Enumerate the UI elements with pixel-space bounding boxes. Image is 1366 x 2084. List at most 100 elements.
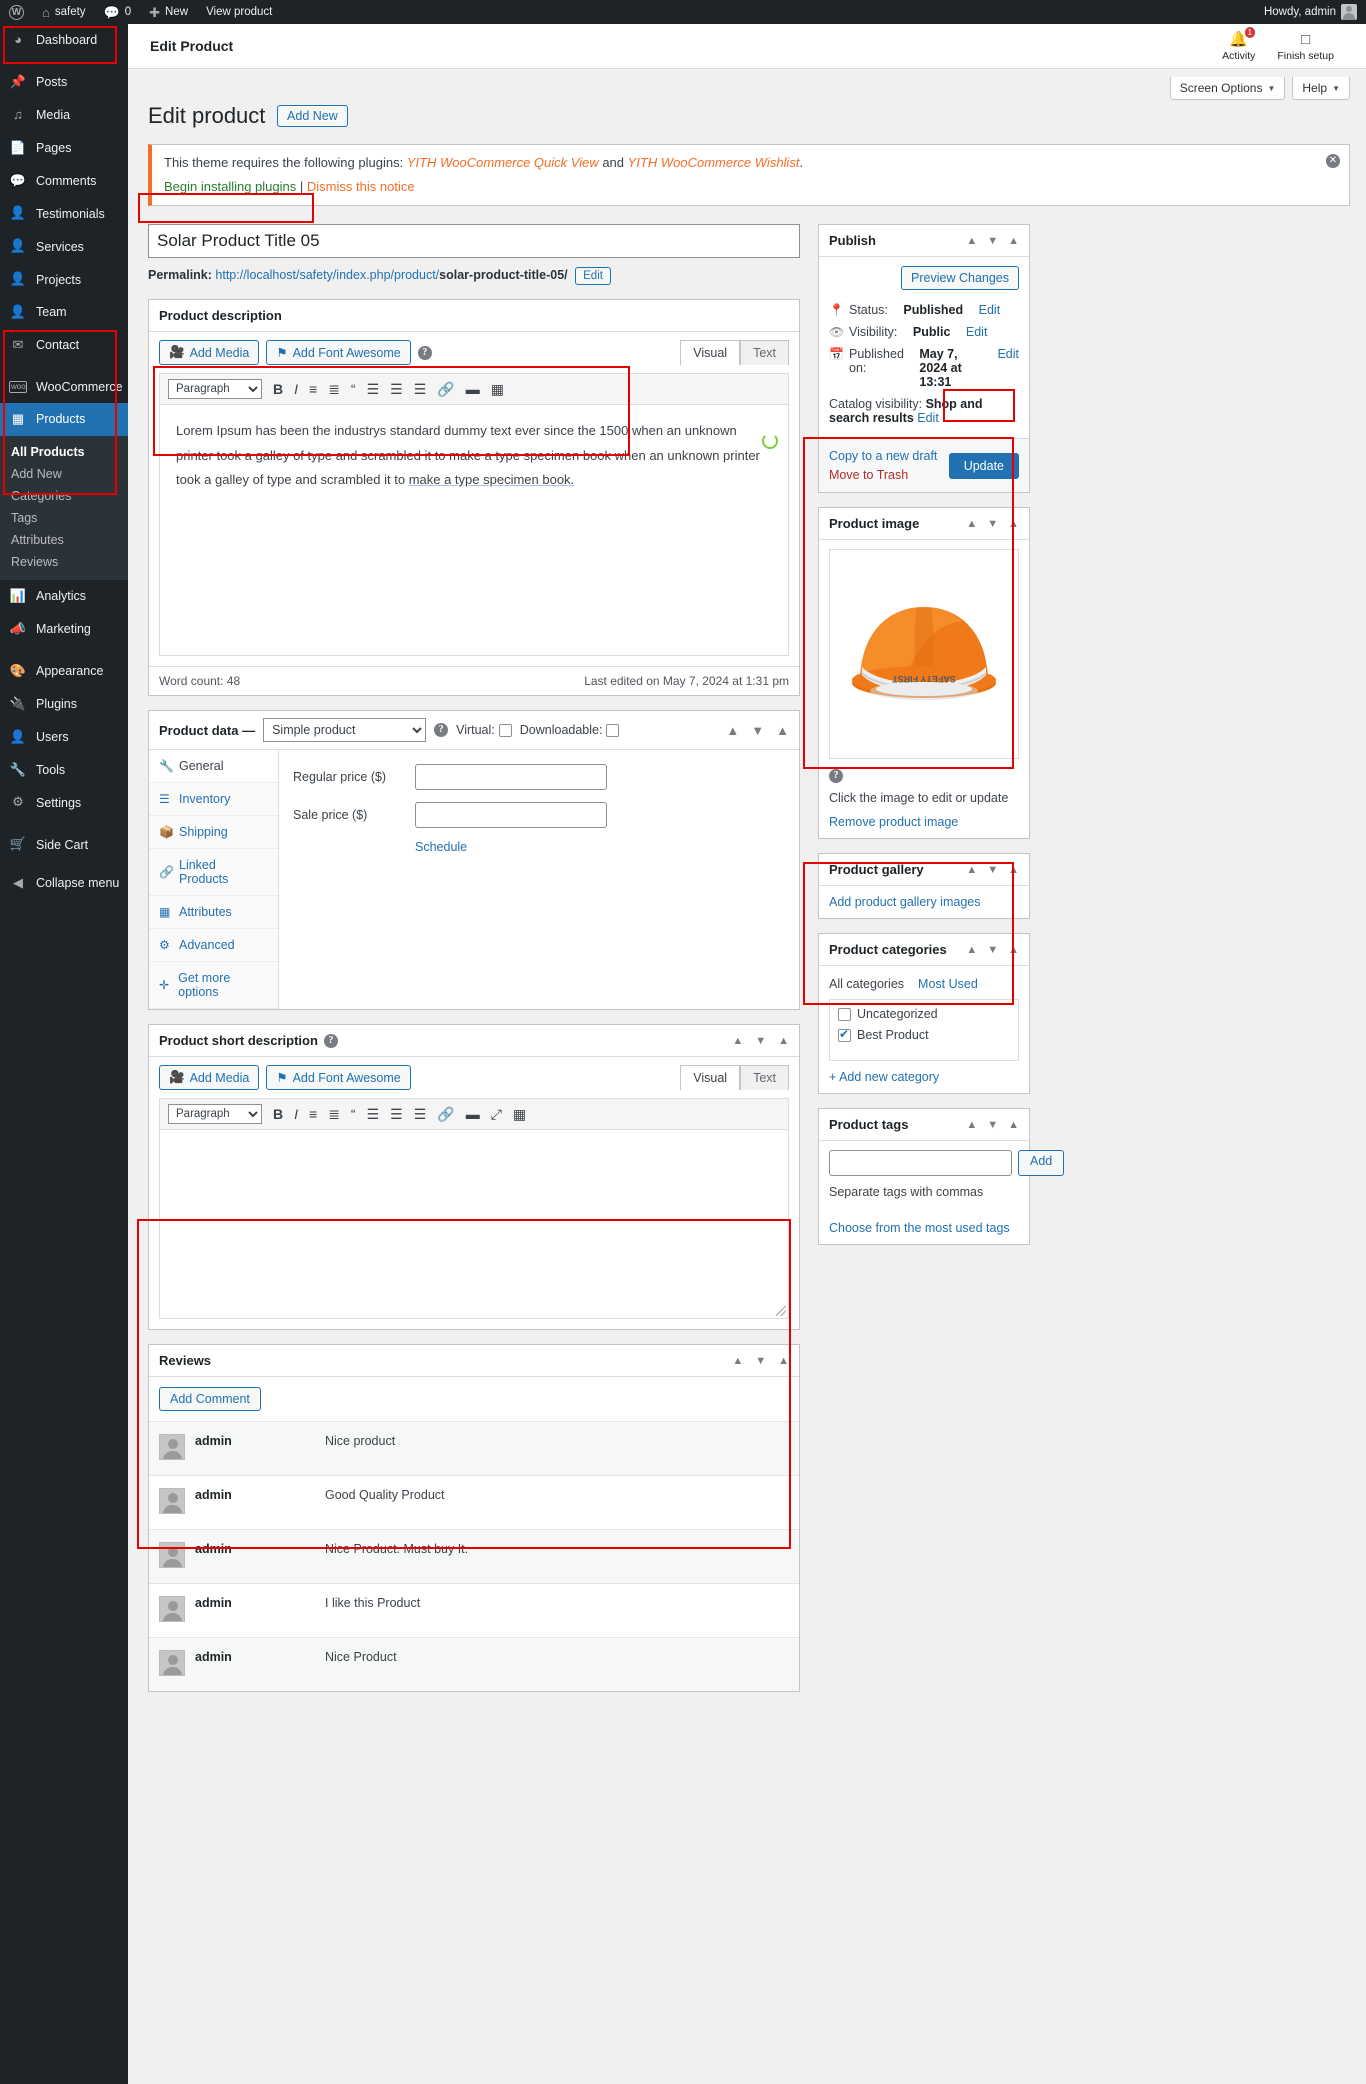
submenu-item-reviews[interactable]: Reviews <box>0 551 128 573</box>
site-name-menu[interactable]: ⌂ safety <box>33 0 95 24</box>
submenu-item-add-new[interactable]: Add New <box>0 463 128 485</box>
submenu-item-tags[interactable]: Tags <box>0 507 128 529</box>
copy-to-new-draft-link[interactable]: Copy to a new draft <box>829 449 937 463</box>
align-right-icon[interactable]: ☰ <box>414 1106 427 1123</box>
product-type-select[interactable]: Simple product <box>263 718 427 742</box>
help-icon[interactable]: ? <box>434 723 449 737</box>
sidebar-item-side-cart[interactable]: 🛒 Side Cart <box>0 828 128 861</box>
blockquote-icon[interactable]: “ <box>351 1106 356 1122</box>
toggle-icon[interactable]: ▲ <box>1008 235 1019 247</box>
table-row[interactable]: admin I like this Product <box>149 1583 799 1637</box>
add-media-button[interactable]: 🎥 Add Media <box>159 1065 260 1090</box>
plugin-link-quick-view[interactable]: YITH WooCommerce Quick View <box>407 155 599 170</box>
italic-icon[interactable]: I <box>294 1106 298 1122</box>
toggle-icon[interactable]: ▲ <box>1008 1119 1019 1131</box>
link-icon[interactable]: 🔗 <box>437 381 454 398</box>
product-tag-input[interactable] <box>829 1150 1012 1176</box>
move-down-icon[interactable]: ▼ <box>987 864 998 876</box>
sidebar-item-woocommerce[interactable]: woo WooCommerce <box>0 371 128 403</box>
choose-most-used-tags-link[interactable]: Choose from the most used tags <box>829 1221 1019 1235</box>
collapse-menu-button[interactable]: ◀ Collapse menu <box>0 867 128 900</box>
edit-permalink-button[interactable]: Edit <box>575 267 611 285</box>
add-comment-button[interactable]: Add Comment <box>159 1387 261 1411</box>
align-center-icon[interactable]: ☰ <box>390 1106 403 1123</box>
sidebar-item-projects[interactable]: 👤 Projects <box>0 263 128 296</box>
sidebar-item-contact[interactable]: ✉ Contact <box>0 329 128 362</box>
move-down-icon[interactable]: ▼ <box>755 1355 766 1367</box>
move-to-trash-link[interactable]: Move to Trash <box>829 468 937 482</box>
paragraph-format-select[interactable]: Paragraph <box>168 1104 262 1124</box>
move-up-icon[interactable]: ▲ <box>726 723 739 738</box>
my-account-menu[interactable]: Howdy, admin <box>1255 0 1366 24</box>
fullscreen-icon[interactable]: ⤢ <box>491 1106 502 1123</box>
permalink-url[interactable]: http://localhost/safety/index.php/produc… <box>215 268 567 282</box>
align-right-icon[interactable]: ☰ <box>414 381 427 398</box>
sidebar-item-pages[interactable]: 📄 Pages <box>0 132 128 165</box>
preview-changes-button[interactable]: Preview Changes <box>901 266 1019 290</box>
sidebar-item-appearance[interactable]: 🎨 Appearance <box>0 655 128 688</box>
sidebar-item-plugins[interactable]: 🔌 Plugins <box>0 688 128 721</box>
tab-text[interactable]: Text <box>740 1065 789 1090</box>
sidebar-item-users[interactable]: 👤 Users <box>0 721 128 754</box>
toggle-icon[interactable]: ▲ <box>778 1035 789 1047</box>
toolbar-toggle-icon[interactable]: ▦ <box>491 381 504 398</box>
bold-icon[interactable]: B <box>273 1106 283 1122</box>
submenu-item-categories[interactable]: Categories <box>0 485 128 507</box>
add-new-category-link[interactable]: + Add new category <box>829 1070 1019 1084</box>
move-up-icon[interactable]: ▲ <box>966 1119 977 1131</box>
sidebar-item-media[interactable]: ♫ Media <box>0 99 128 132</box>
submenu-item-attributes[interactable]: Attributes <box>0 529 128 551</box>
new-content-menu[interactable]: ✚ New <box>140 0 197 24</box>
italic-icon[interactable]: I <box>294 381 298 397</box>
category-item-best-product[interactable]: Best Product <box>838 1027 1010 1042</box>
virtual-checkbox[interactable] <box>498 723 512 737</box>
product-image-frame[interactable]: SAFETY FIRST <box>829 549 1019 759</box>
tab-visual[interactable]: Visual <box>680 1065 741 1090</box>
tab-visual[interactable]: Visual <box>680 340 741 365</box>
toggle-icon[interactable]: ▲ <box>1008 864 1019 876</box>
toggle-icon[interactable]: ▲ <box>1008 518 1019 530</box>
move-up-icon[interactable]: ▲ <box>966 518 977 530</box>
downloadable-checkbox[interactable] <box>606 723 620 737</box>
toolbar-toggle-icon[interactable]: ▦ <box>513 1106 526 1123</box>
sidebar-item-team[interactable]: 👤 Team <box>0 296 128 329</box>
pd-tab-attributes[interactable]: ▦ Attributes <box>149 896 278 929</box>
align-left-icon[interactable]: ☰ <box>367 381 380 398</box>
catalog-edit-link[interactable]: Edit <box>917 411 939 425</box>
view-product-link[interactable]: View product <box>197 0 281 24</box>
toggle-icon[interactable]: ▲ <box>778 1355 789 1367</box>
read-more-icon[interactable]: ▬ <box>466 381 480 397</box>
add-tag-button[interactable]: Add <box>1018 1150 1065 1176</box>
tab-most-used[interactable]: Most Used <box>918 977 978 991</box>
move-up-icon[interactable]: ▲ <box>732 1035 743 1047</box>
published-edit-link[interactable]: Edit <box>997 347 1019 361</box>
move-down-icon[interactable]: ▼ <box>751 723 764 738</box>
short-description-editor-body[interactable] <box>159 1129 789 1319</box>
add-media-button[interactable]: 🎥 Add Media <box>159 340 260 365</box>
wp-logo-menu[interactable]: W <box>0 0 33 24</box>
move-down-icon[interactable]: ▼ <box>755 1035 766 1047</box>
table-row[interactable]: admin Nice Product <box>149 1637 799 1691</box>
category-checkbox[interactable] <box>838 1007 851 1021</box>
sidebar-item-tools[interactable]: 🔧 Tools <box>0 754 128 787</box>
add-font-awesome-button[interactable]: ⚑ Add Font Awesome <box>266 1065 411 1090</box>
submenu-item-all-products[interactable]: All Products <box>0 441 128 463</box>
tab-text[interactable]: Text <box>740 340 789 365</box>
sidebar-item-services[interactable]: 👤 Services <box>0 230 128 263</box>
pd-tab-inventory[interactable]: ☰ Inventory <box>149 783 278 816</box>
pd-tab-shipping[interactable]: 📦 Shipping <box>149 816 278 849</box>
paragraph-format-select[interactable]: Paragraph <box>168 379 262 399</box>
move-down-icon[interactable]: ▼ <box>987 518 998 530</box>
help-icon[interactable]: ? <box>323 1033 338 1048</box>
dismiss-notice-link[interactable]: Dismiss this notice <box>307 179 415 194</box>
numbered-list-icon[interactable]: ≣ <box>328 1106 340 1123</box>
move-down-icon[interactable]: ▼ <box>987 944 998 956</box>
align-center-icon[interactable]: ☰ <box>390 381 403 398</box>
visibility-edit-link[interactable]: Edit <box>966 325 988 339</box>
table-row[interactable]: admin Nice Product. Must buy It. <box>149 1529 799 1583</box>
plugin-link-wishlist[interactable]: YITH WooCommerce Wishlist <box>628 155 800 170</box>
finish-setup-button[interactable]: □ Finish setup <box>1277 31 1334 62</box>
move-up-icon[interactable]: ▲ <box>966 235 977 247</box>
move-up-icon[interactable]: ▲ <box>966 864 977 876</box>
tab-all-categories[interactable]: All categories <box>829 977 904 991</box>
